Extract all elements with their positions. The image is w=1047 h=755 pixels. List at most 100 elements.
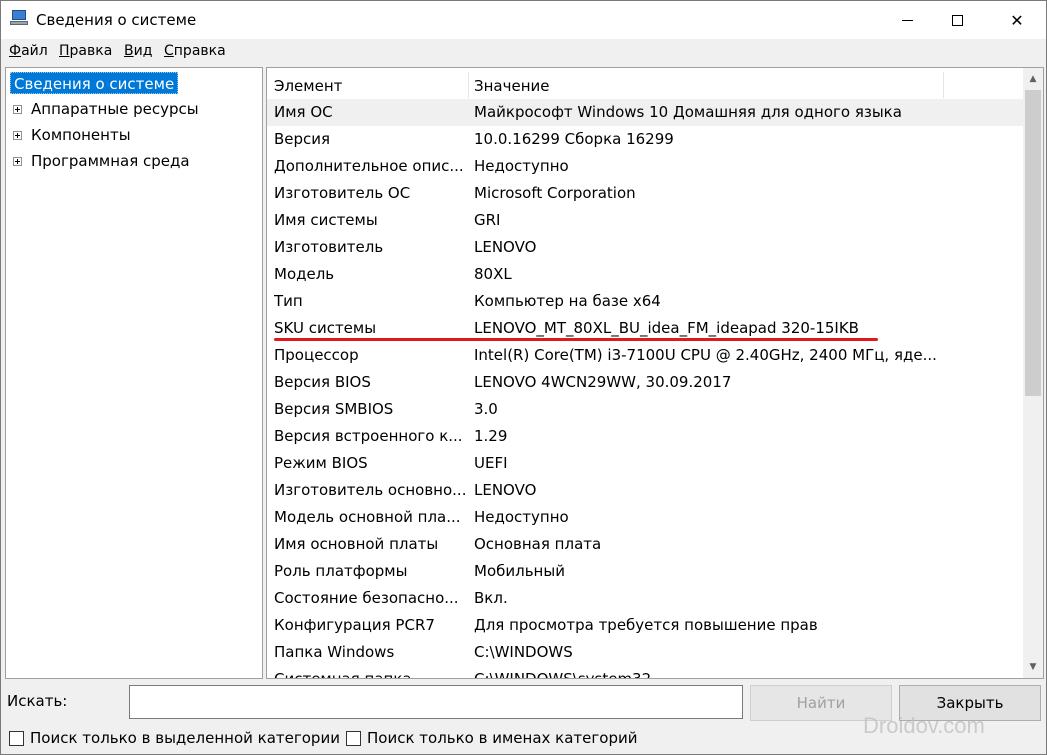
menu-file[interactable]: Файл: [9, 43, 48, 59]
table-row[interactable]: Режим BIOS UEFI: [267, 450, 1023, 477]
table-row[interactable]: Версия SMBIOS 3.0: [267, 396, 1023, 423]
row-item-cell: Версия встроенного к...: [274, 427, 463, 445]
table-row[interactable]: Процессор Intel(R) Core(TM) i3-7100U CPU …: [267, 342, 1023, 369]
row-value-cell: Майкрософт Windows 10 Домашняя для одног…: [474, 103, 902, 121]
row-item-cell: Версия SMBIOS: [274, 400, 394, 418]
row-item-cell: Имя системы: [274, 211, 378, 229]
row-value-cell: Для просмотра требуется повышение прав: [474, 616, 818, 634]
row-item-cell: Конфигурация PCR7: [274, 616, 435, 634]
row-item-cell: Процессор: [274, 346, 359, 364]
table-row[interactable]: Дополнительное опис... Недоступно: [267, 153, 1023, 180]
row-value-cell: Microsoft Corporation: [474, 184, 636, 202]
tree-item-components[interactable]: Компоненты: [13, 124, 131, 146]
row-value-cell: Intel(R) Core(TM) i3-7100U CPU @ 2.40GHz…: [474, 346, 937, 364]
maximize-icon: [951, 14, 963, 26]
column-header-value[interactable]: Значение: [467, 72, 550, 98]
search-category-names-option[interactable]: Поиск только в именах категорий: [346, 728, 637, 748]
table-row[interactable]: Модель основной пла... Недоступно: [267, 504, 1023, 531]
row-value-cell: Компьютер на базе x64: [474, 292, 661, 310]
tree-item-software-environment[interactable]: Программная среда: [13, 150, 190, 172]
row-item-cell: Изготовитель основно...: [274, 481, 466, 499]
row-value-cell: C:\WINDOWS\system32: [474, 670, 652, 679]
table-row[interactable]: Конфигурация PCR7 Для просмотра требуется…: [267, 612, 1023, 639]
search-input[interactable]: [129, 685, 743, 719]
table-row[interactable]: Имя системы GRI: [267, 207, 1023, 234]
vertical-scrollbar[interactable]: ▲ ▼: [1023, 68, 1043, 678]
table-row[interactable]: Состояние безопасно... Вкл.: [267, 585, 1023, 612]
table-row[interactable]: Папка Windows C:\WINDOWS: [267, 639, 1023, 666]
menu-bar: Файл Правка Вид Справка: [1, 39, 1046, 63]
row-item-cell: Версия BIOS: [274, 373, 371, 391]
tree-item-system-summary[interactable]: Сведения о системе: [10, 72, 179, 94]
row-value-cell: GRI: [474, 211, 501, 229]
close-window-button[interactable]: ✕: [994, 1, 1040, 39]
row-value-cell: 10.0.16299 Сборка 16299: [474, 130, 674, 148]
menu-edit[interactable]: Правка: [59, 43, 112, 59]
maximize-button[interactable]: [934, 1, 980, 39]
system-info-icon: [10, 10, 28, 26]
system-info-window: Сведения о системе ✕ Файл Правка Вид Спр…: [0, 0, 1047, 755]
table-row[interactable]: Тип Компьютер на базе x64: [267, 288, 1023, 315]
row-value-cell: Вкл.: [474, 589, 508, 607]
row-item-cell: Модель основной пла...: [274, 508, 461, 526]
row-item-cell: Режим BIOS: [274, 454, 368, 472]
expand-icon[interactable]: [13, 130, 22, 140]
tree-item-hardware-resources[interactable]: Аппаратные ресурсы: [13, 98, 199, 120]
row-value-cell: C:\WINDOWS: [474, 643, 573, 661]
search-selected-category-option[interactable]: Поиск только в выделенной категории: [9, 728, 340, 748]
details-list: Элемент Значение Имя ОС Майкрософт Window…: [266, 67, 1044, 679]
table-row[interactable]: Версия 10.0.16299 Сборка 16299: [267, 126, 1023, 153]
minimize-icon: [901, 19, 913, 21]
minimize-button[interactable]: [884, 1, 930, 39]
row-item-cell: Изготовитель ОС: [274, 184, 411, 202]
menu-help[interactable]: Справка: [164, 43, 226, 59]
table-row[interactable]: Имя основной платы Основная плата: [267, 531, 1023, 558]
menu-view[interactable]: Вид: [124, 43, 152, 59]
scroll-up-icon[interactable]: ▲: [1023, 70, 1043, 88]
row-value-cell: Мобильный: [474, 562, 565, 580]
table-row[interactable]: Имя ОС Майкрософт Windows 10 Домашняя для…: [267, 99, 1023, 126]
list-rows: Имя ОС Майкрософт Windows 10 Домашняя для…: [267, 99, 1023, 679]
row-value-cell: Основная плата: [474, 535, 602, 553]
row-item-cell: Тип: [274, 292, 303, 310]
row-value-cell: LENOVO: [474, 481, 537, 499]
table-row[interactable]: Версия встроенного к... 1.29: [267, 423, 1023, 450]
row-value-cell: UEFI: [474, 454, 508, 472]
row-item-cell: Версия: [274, 130, 331, 148]
close-icon: ✕: [1010, 10, 1024, 30]
table-row[interactable]: Системная папка C:\WINDOWS\system32: [267, 666, 1023, 679]
window-title: Сведения о системе: [36, 11, 197, 29]
row-item-cell: Роль платформы: [274, 562, 408, 580]
expand-icon[interactable]: [13, 104, 22, 114]
row-item-cell: Имя основной платы: [274, 535, 439, 553]
row-value-cell: LENOVO: [474, 238, 537, 256]
row-item-cell: Имя ОС: [274, 103, 333, 121]
row-item-cell: Модель: [274, 265, 335, 283]
row-value-cell: 3.0: [474, 400, 498, 418]
title-bar[interactable]: Сведения о системе ✕: [1, 1, 1046, 39]
expand-icon[interactable]: [13, 156, 22, 166]
row-value-cell: Недоступно: [474, 508, 569, 526]
table-row[interactable]: Модель 80XL: [267, 261, 1023, 288]
table-row[interactable]: Изготовитель основно... LENOVO: [267, 477, 1023, 504]
search-selected-category-checkbox[interactable]: [9, 730, 24, 746]
search-category-names-checkbox[interactable]: [346, 730, 361, 746]
row-item-cell: Изготовитель: [274, 238, 384, 256]
table-row[interactable]: Изготовитель LENOVO: [267, 234, 1023, 261]
search-label: Искать:: [7, 692, 68, 710]
table-row[interactable]: Версия BIOS LENOVO 4WCN29WW, 30.09.2017: [267, 369, 1023, 396]
column-header-item[interactable]: Элемент: [267, 72, 342, 98]
scroll-thumb[interactable]: [1025, 90, 1041, 396]
list-header: Элемент Значение: [267, 72, 1023, 98]
row-value-cell: LENOVO 4WCN29WW, 30.09.2017: [474, 373, 732, 391]
category-tree: Сведения о системе Аппаратные ресурсы Ко…: [5, 67, 263, 679]
row-item-cell: Системная папка: [274, 670, 412, 679]
table-row[interactable]: Изготовитель ОС Microsoft Corporation: [267, 180, 1023, 207]
highlight-underline: [274, 338, 878, 341]
scroll-down-icon[interactable]: ▼: [1023, 658, 1043, 676]
row-value-cell: Недоступно: [474, 157, 569, 175]
row-item-cell: Дополнительное опис...: [274, 157, 464, 175]
row-value-cell: 1.29: [474, 427, 508, 445]
table-row[interactable]: Роль платформы Мобильный: [267, 558, 1023, 585]
row-item-cell: Состояние безопасно...: [274, 589, 459, 607]
